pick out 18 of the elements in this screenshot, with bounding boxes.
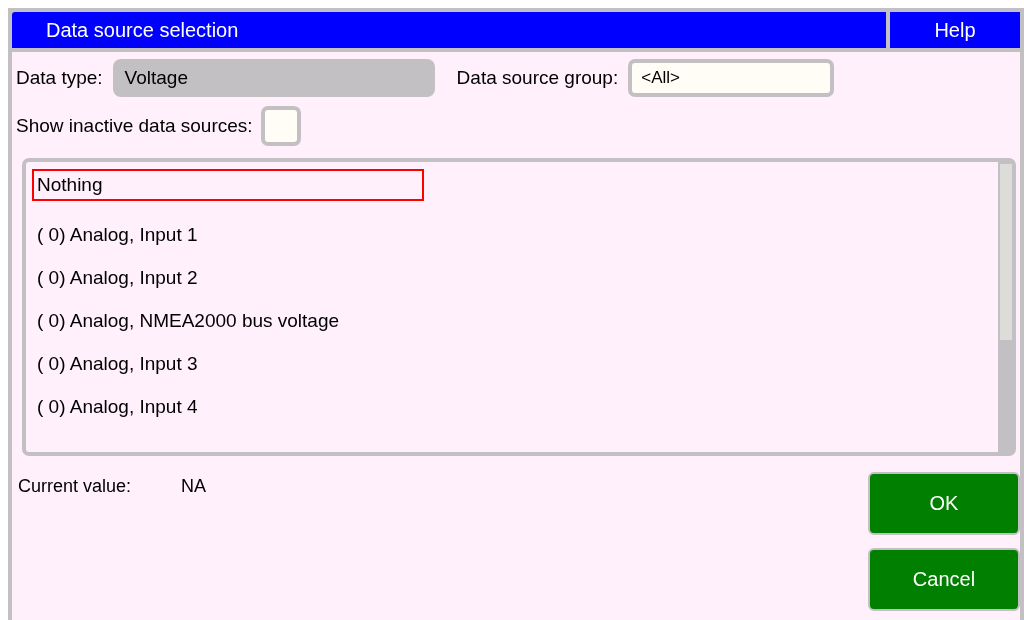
current-value: NA [181, 476, 207, 497]
field-label: Data source group: [456, 67, 619, 89]
data-source-item[interactable]: ( 0) Analog, Input 4 [32, 390, 200, 423]
ok-button[interactable]: OK [868, 472, 1020, 535]
help-button[interactable]: Help [890, 12, 1020, 48]
data-source-item[interactable]: ( 0) Analog, NMEA2000 bus voltage [32, 304, 342, 337]
data-type-field: Voltage [112, 59, 435, 97]
scrollbar[interactable] [998, 162, 1012, 452]
data-source-item[interactable]: ( 0) Analog, Input 1 [32, 218, 200, 251]
current-value-label: Current value: [18, 476, 132, 497]
window-title: Data source selection [12, 12, 886, 48]
data-source-item[interactable]: ( 0) Analog, Input 3 [32, 347, 200, 380]
data-source-item[interactable]: Nothing [32, 168, 424, 201]
data-source-group-field[interactable]: <All> [628, 59, 835, 97]
data-source-item[interactable]: ( 0) Analog, Input 2 [32, 261, 200, 294]
checkbox-label: Show inactive data sources: [16, 115, 253, 137]
field-label: Data type: [16, 67, 103, 89]
cancel-button[interactable]: Cancel [868, 548, 1020, 611]
